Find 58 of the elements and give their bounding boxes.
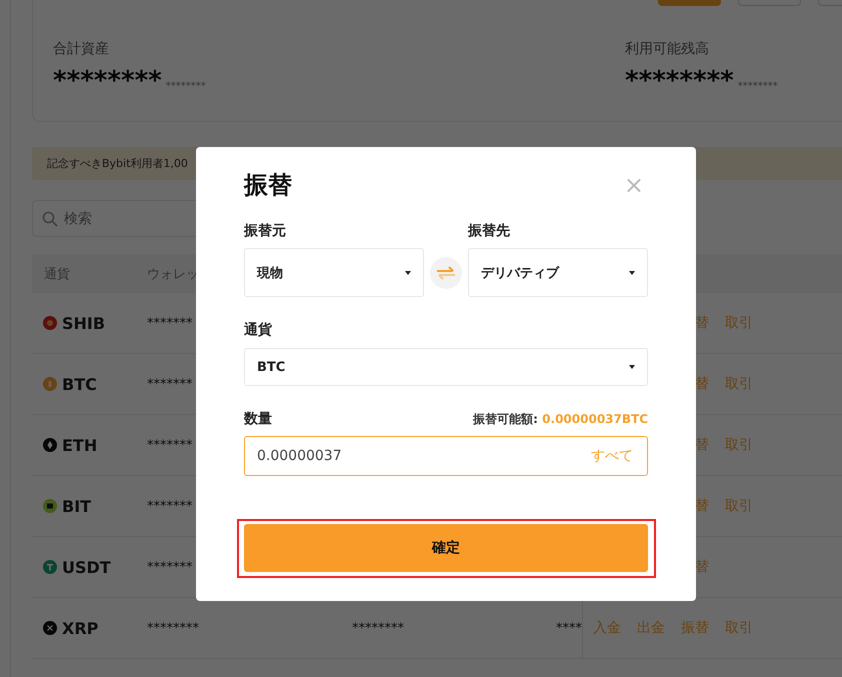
field-label: 振替先 <box>468 222 511 241</box>
coin-icon <box>43 621 57 635</box>
summary-value: ******** <box>53 66 162 96</box>
action-link[interactable]: 取引 <box>725 375 753 393</box>
action-link[interactable]: 替 <box>695 436 709 454</box>
table-cell: **** <box>556 620 582 636</box>
action-link[interactable]: 替 <box>695 375 709 393</box>
summary-subvalue: ******** <box>738 81 778 92</box>
coin-name: XRP <box>62 618 98 638</box>
coin-icon <box>43 377 57 391</box>
action-link[interactable]: 振替 <box>681 619 709 637</box>
table-cell: ******** <box>147 620 199 636</box>
dialog-title: 振替 <box>244 170 292 201</box>
swap-button[interactable] <box>430 257 462 289</box>
coin-icon <box>43 316 57 330</box>
coin-name: BTC <box>62 374 97 394</box>
action-link[interactable]: 取引 <box>725 436 753 454</box>
banner-text: 記念すべきBybit利用者1,00 <box>47 156 188 171</box>
caret-icon <box>629 365 635 369</box>
source-select[interactable]: 現物 <box>244 248 424 297</box>
table-cell: ******** <box>352 620 404 636</box>
caret-icon <box>629 270 635 274</box>
summary-value: ******** <box>625 66 734 96</box>
action-link[interactable]: 替 <box>695 558 709 576</box>
action-link[interactable]: 取引 <box>725 619 753 637</box>
table-cell: ******* <box>147 316 192 330</box>
coin-icon <box>43 438 57 452</box>
action-link[interactable]: 出金 <box>637 619 665 637</box>
table-cell: ******* <box>147 560 192 574</box>
action-link[interactable]: 替 <box>695 314 709 332</box>
summary-label: 利用可能残高 <box>625 40 710 59</box>
coin-name: SHIB <box>62 314 106 332</box>
coin-name: ETH <box>62 436 98 454</box>
destination-select[interactable]: デリバティブ <box>468 248 648 297</box>
field-label: 数量 <box>244 410 272 429</box>
action-link[interactable]: 取引 <box>725 314 753 332</box>
summary-subvalue: ******** <box>166 81 206 92</box>
field-label: 通貨 <box>244 321 273 340</box>
currency-select[interactable]: BTC <box>244 348 648 386</box>
confirm-button[interactable]: 確定 <box>244 524 648 572</box>
field-label: 振替元 <box>244 222 287 241</box>
coin-name: BIT <box>62 496 92 516</box>
coin-icon <box>43 560 57 574</box>
max-button[interactable]: すべて <box>591 447 633 465</box>
swap-arrows-icon <box>436 266 456 280</box>
search-icon <box>42 211 58 227</box>
table-cell: ******* <box>147 376 192 392</box>
table-cell: ******* <box>147 438 192 452</box>
action-link[interactable]: 取引 <box>725 497 753 515</box>
available-amount: 振替可能額: 0.00000037BTC <box>473 410 648 428</box>
action-link[interactable]: 替 <box>695 497 709 515</box>
coin-name: USDT <box>62 558 111 576</box>
close-button[interactable]: × <box>624 171 644 199</box>
coin-icon <box>43 499 57 513</box>
action-link[interactable]: 入金 <box>593 619 621 637</box>
caret-icon <box>405 270 411 274</box>
summary-label: 合計資産 <box>53 40 110 59</box>
table-cell: ******* <box>147 498 192 514</box>
